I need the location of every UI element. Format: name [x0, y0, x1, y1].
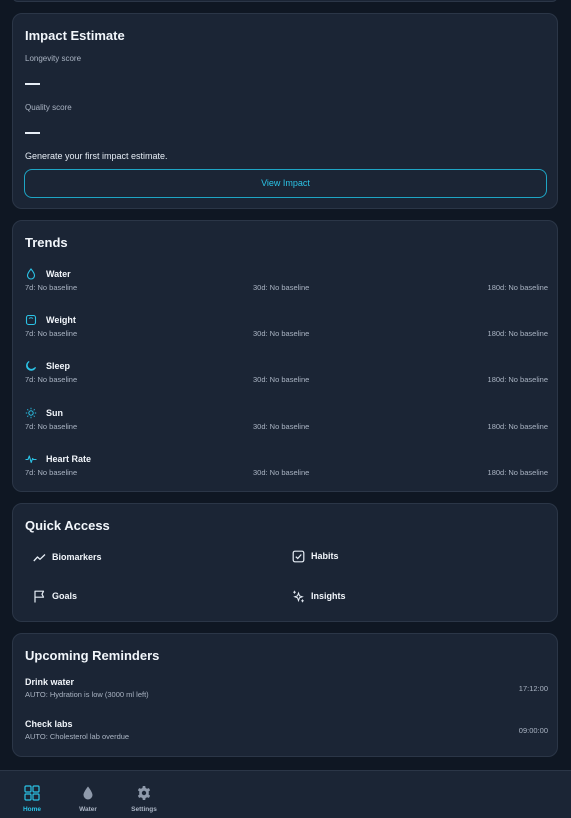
- reminder-detail: AUTO: Cholesterol lab overdue: [25, 732, 130, 741]
- trend-name: Sun: [46, 408, 63, 418]
- trend-row-sleep[interactable]: Sleep 7d: No baseline 30d: No baseline 1…: [25, 359, 548, 395]
- checkbox-icon: [292, 550, 305, 562]
- trend-30d: 30d: No baseline: [253, 422, 310, 431]
- trend-180d: 180d: No baseline: [487, 422, 548, 431]
- trend-row-weight[interactable]: Weight 7d: No baseline 30d: No baseline …: [25, 313, 548, 349]
- trend-180d: 180d: No baseline: [487, 375, 548, 384]
- water-drop-icon: [26, 268, 36, 280]
- quick-access-label: Habits: [311, 551, 339, 561]
- trend-7d: 7d: No baseline: [25, 329, 78, 338]
- reminder-row-check-labs[interactable]: Check labs AUTO: Cholesterol lab overdue…: [25, 719, 548, 745]
- quick-access-insights[interactable]: Insights: [292, 589, 346, 603]
- reminder-title: Check labs: [25, 719, 73, 729]
- trend-30d: 30d: No baseline: [253, 468, 310, 477]
- quick-access-label: Goals: [52, 591, 78, 601]
- heart-rate-icon: [25, 455, 37, 464]
- sun-icon: [25, 407, 37, 419]
- trend-line-icon: [33, 553, 46, 561]
- trend-name: Water: [46, 269, 71, 279]
- quick-access-label: Biomarkers: [52, 552, 102, 562]
- impact-hint: Generate your first impact estimate.: [25, 151, 168, 161]
- quick-access-card: Quick Access Biomarkers Habits Goals Ins…: [12, 503, 558, 622]
- trend-7d: 7d: No baseline: [25, 283, 78, 292]
- quick-access-title: Quick Access: [25, 518, 110, 533]
- trend-row-sun[interactable]: Sun 7d: No baseline 30d: No baseline 180…: [25, 406, 548, 442]
- nav-label: Settings: [131, 806, 157, 813]
- trend-row-water[interactable]: Water 7d: No baseline 30d: No baseline 1…: [25, 267, 548, 303]
- trend-row-heart-rate[interactable]: Heart Rate 7d: No baseline 30d: No basel…: [25, 452, 548, 488]
- view-impact-button[interactable]: View Impact: [24, 169, 547, 198]
- trend-name: Weight: [46, 315, 76, 325]
- trend-7d: 7d: No baseline: [25, 375, 78, 384]
- trend-7d: 7d: No baseline: [25, 468, 78, 477]
- nav-label: Home: [22, 806, 42, 813]
- quick-access-goals[interactable]: Goals: [33, 589, 77, 603]
- bottom-navigation: Home Water Settings: [0, 770, 571, 818]
- nav-home[interactable]: Home: [12, 771, 52, 818]
- trend-name: Sleep: [46, 361, 71, 371]
- quick-access-habits[interactable]: Habits: [292, 549, 339, 563]
- sparkles-icon: [293, 590, 304, 602]
- trend-7d: 7d: No baseline: [25, 422, 78, 431]
- moon-icon: [26, 361, 37, 371]
- impact-estimate-card: Impact Estimate Longevity score Quality …: [12, 13, 558, 209]
- water-drop-icon: [83, 786, 93, 800]
- trends-title: Trends: [25, 235, 68, 250]
- reminder-title: Drink water: [25, 677, 75, 687]
- reminder-time: 17:12:00: [518, 684, 548, 693]
- impact-title: Impact Estimate: [25, 28, 125, 43]
- trend-30d: 30d: No baseline: [253, 375, 310, 384]
- scale-icon: [25, 314, 37, 326]
- nav-water[interactable]: Water: [68, 771, 108, 818]
- reminder-row-drink-water[interactable]: Drink water AUTO: Hydration is low (3000…: [25, 677, 548, 703]
- reminder-time: 09:00:00: [518, 726, 548, 735]
- gear-icon: [137, 786, 151, 800]
- previous-card: [12, 0, 558, 2]
- trend-30d: 30d: No baseline: [253, 329, 310, 338]
- reminders-title: Upcoming Reminders: [25, 648, 160, 663]
- trend-180d: 180d: No baseline: [487, 283, 548, 292]
- trends-card: Trends Water 7d: No baseline 30d: No bas…: [12, 220, 558, 492]
- trend-30d: 30d: No baseline: [253, 283, 310, 292]
- quality-score-value: [25, 132, 40, 134]
- nav-settings[interactable]: Settings: [124, 771, 164, 818]
- trend-180d: 180d: No baseline: [487, 468, 548, 477]
- trend-180d: 180d: No baseline: [487, 329, 548, 338]
- nav-label: Water: [79, 806, 97, 813]
- longevity-score-label: Longevity score: [25, 54, 82, 63]
- longevity-score-value: [25, 83, 40, 85]
- trend-name: Heart Rate: [46, 454, 92, 464]
- quick-access-biomarkers[interactable]: Biomarkers: [33, 550, 102, 564]
- flag-icon: [34, 590, 45, 602]
- quick-access-label: Insights: [311, 591, 346, 601]
- reminder-detail: AUTO: Hydration is low (3000 ml left): [25, 690, 149, 699]
- grid-icon: [24, 785, 40, 801]
- upcoming-reminders-card: Upcoming Reminders Drink water AUTO: Hyd…: [12, 633, 558, 757]
- quality-score-label: Quality score: [25, 103, 72, 112]
